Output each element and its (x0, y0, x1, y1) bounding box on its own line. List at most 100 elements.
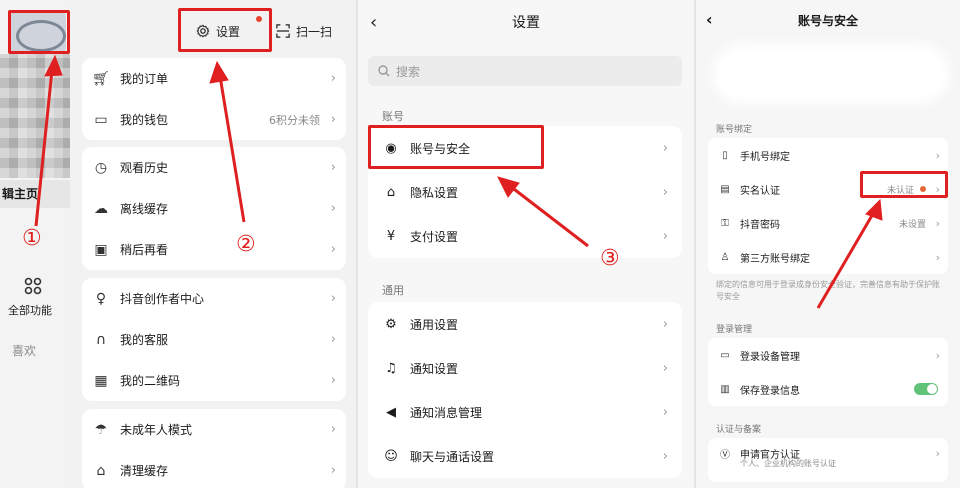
list-item-label: 清理缓存 (120, 464, 169, 478)
points-badge: 6积分未领 (269, 113, 320, 127)
step-2-label: ② (236, 232, 256, 257)
highlight-box-settings (178, 8, 272, 52)
search-placeholder: 搜索 (396, 64, 421, 79)
list-item[interactable]: ∩ 我的客服 › (82, 319, 346, 360)
list-item-label: 隐私设置 (410, 185, 459, 200)
step-1-label: ① (22, 226, 42, 251)
bulb-icon: ♀ (95, 290, 107, 307)
chat-icon: ☺ (384, 448, 398, 464)
scan-button[interactable]: 扫一扫 (276, 18, 332, 44)
chevron-right-icon: › (935, 250, 940, 264)
settings-header: ‹ 设置 (358, 12, 694, 36)
section-cert-title: 认证与备案 (716, 425, 762, 435)
list-item-label: 手机号绑定 (740, 151, 790, 163)
menu-group-4: ☂ 未成年人模式 › ⌂ 清理缓存 › (82, 409, 346, 488)
chevron-right-icon: › (330, 71, 336, 86)
list-item[interactable]: ▭ 我的钱包 6积分未领 › (82, 99, 346, 140)
save-login-toggle[interactable] (914, 383, 938, 395)
list-item-label: 我的客服 (120, 333, 169, 347)
save-icon: ▥ (720, 383, 730, 395)
binding-note: 绑定的信息可用于登录成身份安全验证，完善信息有助于保护账号安全 (716, 280, 940, 301)
list-item-payment[interactable]: ¥ 支付设置 › (368, 214, 682, 258)
list-item-device-management[interactable]: ▭ 登录设备管理 › (708, 338, 948, 372)
status-badge: 未设置 (898, 219, 926, 230)
list-item-label: 离线缓存 (120, 202, 169, 216)
search-input[interactable]: 搜索 (368, 56, 682, 86)
page-title: 设置 (512, 15, 540, 31)
chevron-right-icon: › (330, 201, 336, 216)
list-item[interactable]: 🛒︎ 我的订单 › (82, 58, 346, 99)
cert-subtitle: 个人、企业机构的账号认证 (740, 459, 836, 468)
list-item-notification[interactable]: ♫ 通知设置 › (368, 346, 682, 390)
download-cloud-icon: ☁ (94, 200, 108, 217)
highlight-box-verification (860, 171, 948, 198)
list-item[interactable]: ▦ 我的二维码 › (82, 360, 346, 401)
bell-icon: ♫ (385, 360, 397, 376)
list-item-label: 未成年人模式 (120, 423, 193, 437)
broom-icon: ⌂ (96, 462, 106, 479)
chevron-right-icon: › (330, 422, 336, 437)
menu-group-2: ◷ 观看历史 › ☁ 离线缓存 › ▣ 稍后再看 › (82, 147, 346, 270)
grid-icon[interactable] (24, 277, 42, 300)
cart-icon: 🛒︎ (92, 70, 110, 87)
likes-tab[interactable]: 喜欢 (12, 342, 36, 359)
scan-label: 扫一扫 (296, 24, 333, 39)
list-item[interactable]: ♀ 抖音创作者中心 › (82, 278, 346, 319)
settings-panel: ‹ 设置 搜索 账号 ◉ 账号与安全 › ⌂ 隐私设置 › ¥ 支付设置 › 通… (356, 0, 694, 488)
megaphone-icon: ◀ (386, 404, 396, 420)
step-3-label: ③ (600, 246, 620, 271)
list-item-password[interactable]: ⚿ 抖音密码 未设置 › (708, 206, 948, 240)
list-item[interactable]: ◷ 观看历史 › (82, 147, 346, 188)
list-item[interactable]: ▣ 稍后再看 › (82, 229, 346, 270)
clock-icon: ◷ (94, 159, 108, 176)
chevron-right-icon: › (330, 291, 336, 306)
list-item-general[interactable]: ⚙ 通用设置 › (368, 302, 682, 346)
key-icon: ⚿ (721, 217, 729, 229)
list-item-label: 通用设置 (410, 317, 459, 332)
list-item[interactable]: ☁ 离线缓存 › (82, 188, 346, 229)
umbrella-icon: ☂ (94, 421, 108, 438)
chevron-right-icon: › (662, 316, 668, 332)
cert-group: Ⓥ 申请官方认证 › 个人、企业机构的账号认证 (708, 438, 948, 482)
back-icon[interactable]: ‹ (706, 10, 713, 29)
list-item[interactable]: ☂ 未成年人模式 › (82, 409, 346, 450)
chevron-right-icon: › (330, 112, 336, 127)
list-item-third-party[interactable]: ♙ 第三方账号绑定 › (708, 240, 948, 274)
list-item-chat-call[interactable]: ☺ 聊天与通话设置 › (368, 434, 682, 478)
list-item-notification-management[interactable]: ◀ 通知消息管理 › (368, 390, 682, 434)
lock-icon: ⌂ (386, 184, 396, 200)
list-item-label: 登录设备管理 (740, 351, 800, 363)
list-item[interactable]: ⌂ 清理缓存 › (82, 450, 346, 488)
section-login-title: 登录管理 (716, 325, 753, 335)
list-item-phone-binding[interactable]: ▯ 手机号绑定 › (708, 138, 948, 172)
section-binding-title: 账号绑定 (716, 125, 753, 135)
chevron-right-icon: › (662, 448, 668, 464)
list-item-privacy[interactable]: ⌂ 隐私设置 › (368, 170, 682, 214)
all-functions-label[interactable]: 全部功能 (8, 302, 52, 318)
list-item-label: 通知设置 (410, 361, 459, 376)
menu-group-1: 🛒︎ 我的订单 › ▭ 我的钱包 6积分未领 › (82, 58, 346, 140)
qrcode-icon: ▦ (94, 372, 108, 389)
menu-panel: 设置 扫一扫 🛒︎ 我的订单 › ▭ 我的钱包 6积分未领 › ◷ 观看历史 ›… (70, 0, 356, 488)
list-item-label: 聊天与通话设置 (410, 449, 495, 464)
yen-icon: ¥ (386, 228, 396, 244)
list-item-label: 我的二维码 (120, 374, 181, 388)
binding-group: ▯ 手机号绑定 › ▤ 实名认证 未认证 › ⚿ 抖音密码 未设置 › ♙ 第三… (708, 138, 948, 274)
gear-icon: ⚙ (385, 316, 397, 332)
phone-icon: ▯ (722, 149, 728, 161)
chevron-right-icon: › (330, 242, 336, 257)
chevron-right-icon: › (935, 216, 940, 230)
blurred-account-info (712, 44, 950, 104)
user-link-icon: ♙ (720, 251, 730, 263)
back-icon[interactable]: ‹ (370, 12, 377, 33)
chevron-right-icon: › (662, 184, 668, 200)
chevron-right-icon: › (662, 360, 668, 376)
list-item-label: 抖音密码 (740, 219, 780, 231)
section-general-title: 通用 (382, 284, 404, 297)
account-security-panel: ‹ 账号与安全 账号绑定 ▯ 手机号绑定 › ▤ 实名认证 未认证 › ⚿ 抖音… (694, 0, 960, 488)
list-item-label: 保存登录信息 (740, 385, 800, 397)
list-item-label: 通知消息管理 (410, 405, 483, 420)
chevron-right-icon: › (662, 404, 668, 420)
edit-profile-button[interactable]: 辑主页 (0, 180, 70, 208)
list-item-label: 观看历史 (120, 161, 169, 175)
